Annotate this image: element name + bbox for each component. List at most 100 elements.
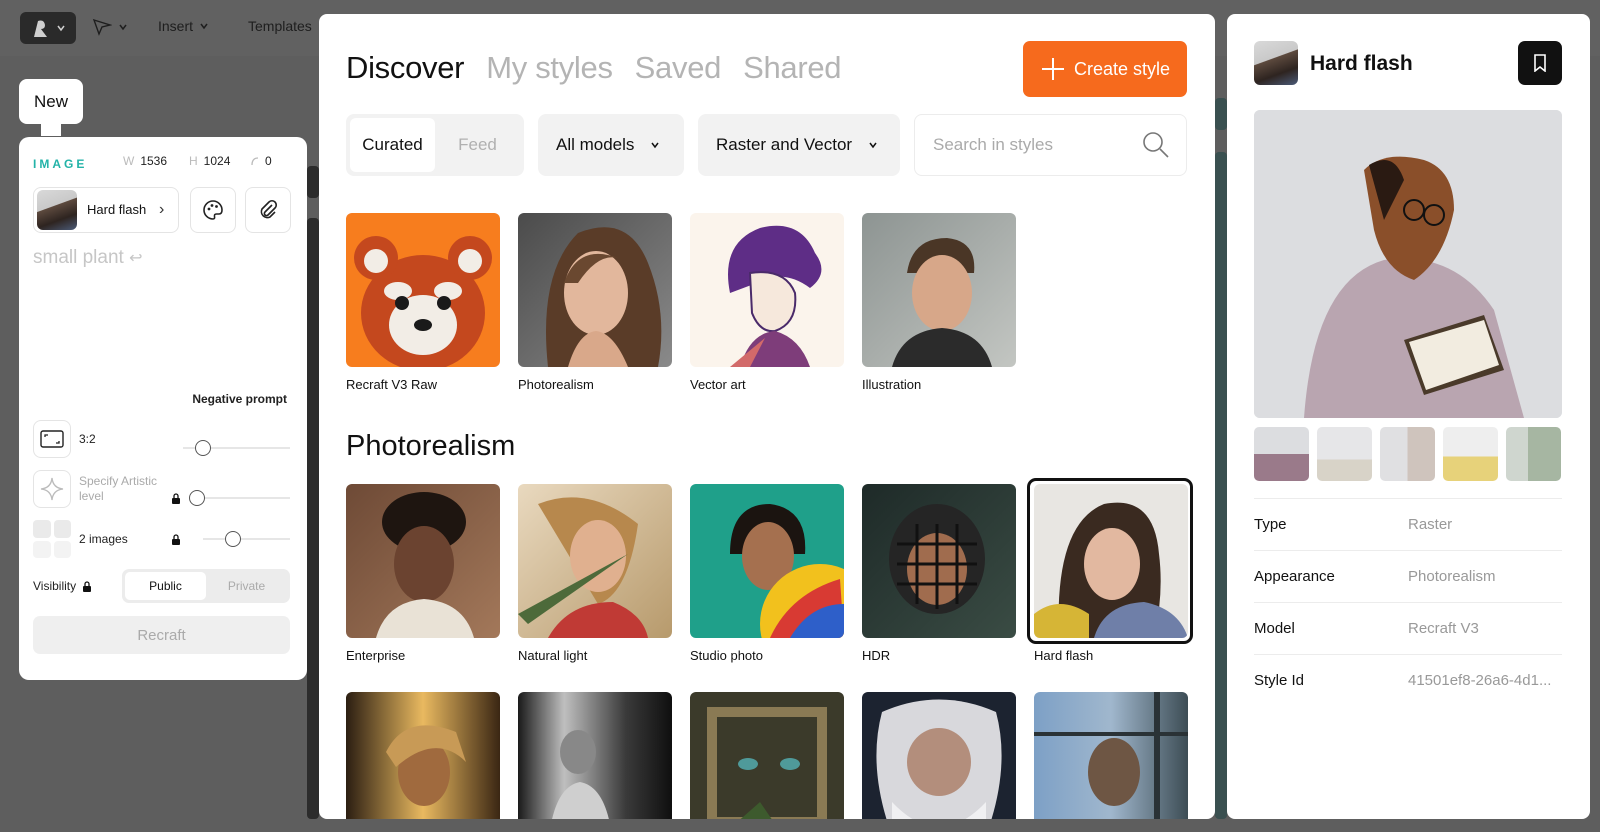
tab-discover[interactable]: Discover xyxy=(346,50,464,86)
aspect-ratio-value: 3:2 xyxy=(79,431,96,446)
attach-button[interactable] xyxy=(245,187,291,233)
style-card[interactable]: Natural light xyxy=(518,484,672,663)
preview-thumb[interactable] xyxy=(1380,427,1435,481)
detail-row-appearance: Appearance Photorealism xyxy=(1254,550,1562,602)
bookmark-icon xyxy=(1534,54,1546,72)
model-filter-dropdown[interactable]: All models xyxy=(538,114,684,176)
style-card[interactable]: HDR xyxy=(862,484,1016,663)
detail-key: Model xyxy=(1254,620,1295,637)
model-filter-value: All models xyxy=(556,135,635,154)
grid-icon xyxy=(33,520,71,558)
canvas-frame-edge xyxy=(1215,98,1227,130)
style-card[interactable]: Vector art xyxy=(690,213,844,392)
style-card[interactable] xyxy=(1034,692,1188,819)
prompt-input[interactable]: small plant ↩ xyxy=(33,247,143,269)
rotation-icon xyxy=(251,157,259,166)
detail-key: Appearance xyxy=(1254,568,1335,585)
color-palette-button[interactable] xyxy=(190,187,236,233)
artistic-slider-knob[interactable] xyxy=(189,490,205,506)
sparkle-icon xyxy=(33,470,71,508)
tag-connector xyxy=(41,122,61,136)
visibility-private-option[interactable]: Private xyxy=(206,572,287,600)
chevron-down-icon xyxy=(869,142,877,149)
recraft-button[interactable]: Recraft xyxy=(33,616,290,654)
preview-thumb[interactable] xyxy=(1254,427,1309,481)
style-card[interactable] xyxy=(862,692,1016,819)
detail-row-type: Type Raster xyxy=(1254,498,1562,550)
preview-thumb[interactable] xyxy=(1506,427,1561,481)
detail-row-style-id[interactable]: Style Id 41501ef8-26a6-4d1... xyxy=(1254,654,1562,706)
selection-outline xyxy=(1027,478,1193,644)
segment-curated[interactable]: Curated xyxy=(350,118,435,172)
aspect-slider-knob[interactable] xyxy=(195,440,211,456)
style-card[interactable]: Enterprise xyxy=(346,484,500,663)
palette-icon xyxy=(203,200,223,220)
generation-panel: IMAGE W 1536 H 1024 0 Hard flash › small… xyxy=(19,137,307,680)
style-card[interactable] xyxy=(518,692,672,819)
search-icon xyxy=(1143,132,1169,158)
style-card-label: Natural light xyxy=(518,648,588,663)
plus-icon xyxy=(1041,58,1064,80)
new-frame-tag[interactable]: New xyxy=(19,79,83,124)
aspect-ratio-row[interactable]: 3:2 xyxy=(33,420,96,458)
height-field[interactable]: H 1024 xyxy=(189,154,230,168)
segment-feed[interactable]: Feed xyxy=(435,118,520,172)
styles-modal: Discover My styles Saved Shared Create s… xyxy=(319,14,1215,819)
tab-shared[interactable]: Shared xyxy=(743,50,841,86)
style-card[interactable] xyxy=(346,692,500,819)
app-menu-button[interactable] xyxy=(20,12,76,44)
preview-thumb[interactable] xyxy=(1317,427,1372,481)
images-slider-track[interactable] xyxy=(203,538,290,540)
tab-saved[interactable]: Saved xyxy=(635,50,722,86)
save-style-button[interactable] xyxy=(1518,41,1562,85)
style-card-label: Hard flash xyxy=(1034,648,1094,663)
style-name: Hard flash xyxy=(87,202,147,217)
style-thumbnail xyxy=(346,213,500,367)
style-card[interactable]: Photorealism xyxy=(518,213,672,392)
style-card-label: Photorealism xyxy=(518,377,594,392)
negative-prompt-link[interactable]: Negative prompt xyxy=(192,392,287,406)
rotation-value: 0 xyxy=(265,154,272,168)
select-tool-button[interactable] xyxy=(92,18,128,36)
rotation-field[interactable]: 0 xyxy=(251,154,272,168)
style-preview-image xyxy=(1254,110,1562,418)
type-filter-dropdown[interactable]: Raster and Vector xyxy=(698,114,900,176)
width-value: 1536 xyxy=(140,154,168,168)
style-card[interactable]: Recraft V3 Raw xyxy=(346,213,500,392)
detail-value: Photorealism xyxy=(1408,568,1496,585)
style-search-input[interactable]: Search in styles xyxy=(914,114,1187,176)
pointer-icon xyxy=(92,18,112,36)
style-thumbnail xyxy=(346,692,500,819)
visibility-toggle[interactable]: Public Private xyxy=(122,569,290,603)
style-thumbnail xyxy=(690,692,844,819)
visibility-public-option[interactable]: Public xyxy=(125,572,206,600)
images-count: 2 images xyxy=(79,531,128,546)
style-detail-panel: Hard flash Type Raster Appearance Photor… xyxy=(1227,14,1590,819)
images-count-row[interactable]: 2 images xyxy=(33,520,128,558)
style-thumbnail xyxy=(37,190,77,230)
canvas-frame-edge xyxy=(307,218,319,819)
width-field[interactable]: W 1536 xyxy=(123,154,167,168)
style-card-label: Enterprise xyxy=(346,648,406,663)
insert-label: Insert xyxy=(158,18,194,34)
images-slider-knob[interactable] xyxy=(225,531,241,547)
artistic-level-row[interactable]: Specify Artistic level xyxy=(33,470,159,508)
style-card-label: Vector art xyxy=(690,377,746,392)
templates-menu[interactable]: Templates xyxy=(248,18,312,34)
style-selector[interactable]: Hard flash › xyxy=(33,187,179,233)
style-card[interactable]: Illustration xyxy=(862,213,1016,392)
style-thumbnail xyxy=(862,213,1016,367)
tab-my-styles[interactable]: My styles xyxy=(486,50,613,86)
canvas-frame-edge xyxy=(307,166,319,198)
detail-value: Recraft V3 xyxy=(1408,620,1479,637)
style-card-label: HDR xyxy=(862,648,891,663)
style-card[interactable] xyxy=(690,692,844,819)
style-thumbnail xyxy=(862,692,1016,819)
artistic-slider-track[interactable] xyxy=(191,497,290,499)
create-style-button[interactable]: Create style xyxy=(1023,41,1187,97)
insert-menu[interactable]: Insert xyxy=(158,18,209,34)
preview-thumb[interactable] xyxy=(1443,427,1498,481)
style-card[interactable]: Studio photo xyxy=(690,484,844,663)
prompt-text: small plant xyxy=(33,247,124,268)
curated-feed-toggle[interactable]: Curated Feed xyxy=(346,114,524,176)
